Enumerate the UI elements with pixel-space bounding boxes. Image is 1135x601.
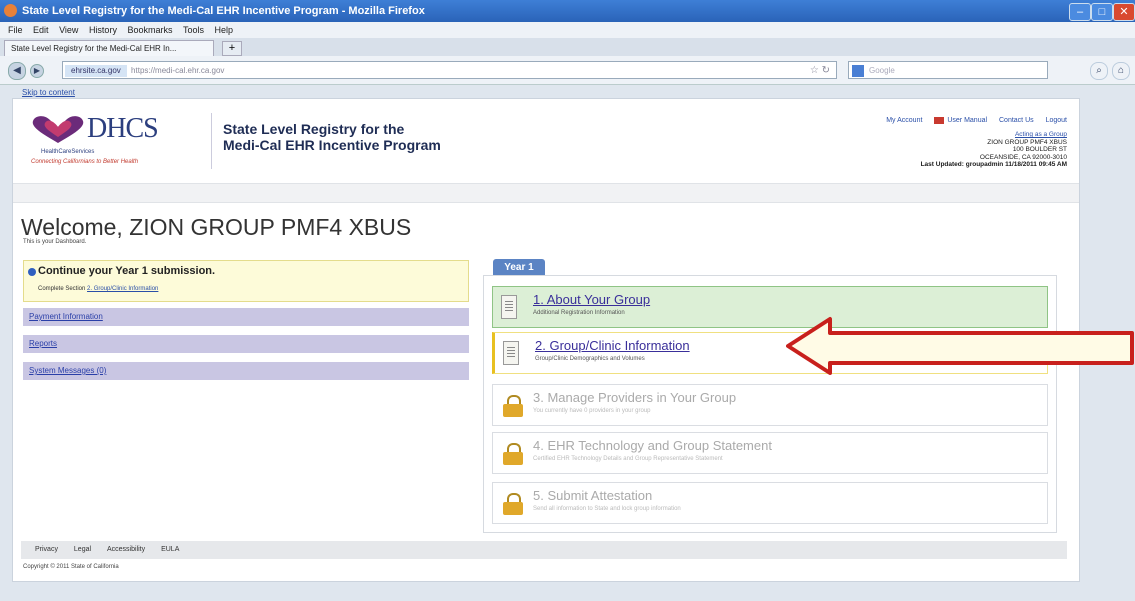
- dhcs-logo[interactable]: DHCS HealthCareServices Connecting Calif…: [31, 111, 201, 165]
- close-window-button[interactable]: ✕: [1113, 3, 1135, 21]
- lock-icon: [503, 493, 523, 515]
- last-updated: Last Updated: groupadmin 11/18/2011 09:4…: [920, 161, 1067, 168]
- step-manage-providers: 3. Manage Providers in Your Group You cu…: [492, 384, 1048, 426]
- browser-window: State Level Registry for the Medi-Cal EH…: [0, 0, 1135, 601]
- footer-link-accessibility[interactable]: Accessibility: [107, 546, 145, 553]
- step-title: 3. Manage Providers in Your Group: [533, 390, 737, 405]
- logo-text: DHCS: [87, 113, 159, 144]
- page-title: Welcome, ZION GROUP PMF4 XBUS: [21, 214, 412, 240]
- continue-section-link[interactable]: 2. Group/Clinic Information: [87, 286, 158, 292]
- search-input[interactable]: Google: [848, 61, 1048, 79]
- sidebar-item-reports[interactable]: Reports: [23, 335, 469, 353]
- footer-link-privacy[interactable]: Privacy: [35, 546, 58, 553]
- back-icon[interactable]: ◀: [8, 62, 26, 80]
- site-header: DHCS HealthCareServices Connecting Calif…: [13, 99, 1079, 183]
- tab-bar: State Level Registry for the Medi-Cal EH…: [0, 38, 1135, 56]
- logout-link[interactable]: Logout: [1046, 117, 1067, 124]
- search-icon[interactable]: ⌕: [1090, 62, 1108, 80]
- continue-prefix: Complete Section: [38, 286, 86, 292]
- step-title: 5. Submit Attestation: [533, 488, 653, 503]
- account-info: Acting as a Group ZION GROUP PMF4 XBUS 1…: [807, 131, 1067, 169]
- footer-link-legal[interactable]: Legal: [74, 546, 91, 553]
- bookmark-star-icon[interactable]: ☆ ↻: [810, 62, 830, 80]
- home-icon[interactable]: ⌂: [1112, 62, 1130, 80]
- step-title[interactable]: 2. Group/Clinic Information: [535, 338, 690, 353]
- minimize-button[interactable]: –: [1069, 3, 1091, 21]
- forward-icon[interactable]: ▶: [30, 64, 44, 78]
- continue-instructions: Complete Section 2. Group/Clinic Informa…: [38, 286, 158, 292]
- acting-as-link[interactable]: Acting as a Group: [807, 131, 1067, 139]
- url-text: https://medi-cal.ehr.ca.gov: [131, 66, 225, 75]
- step-submit-attestation: 5. Submit Attestation Send all informati…: [492, 482, 1048, 524]
- step-description: Group/Clinic Demographics and Volumes: [535, 356, 645, 362]
- lock-icon: [503, 395, 523, 417]
- window-title: State Level Registry for the Medi-Cal EH…: [22, 5, 425, 17]
- sidebar-item-messages[interactable]: System Messages (0): [23, 362, 469, 380]
- skip-to-content-link[interactable]: Skip to content: [22, 88, 75, 97]
- header-strip: [13, 183, 1079, 203]
- logo-tagline: Connecting Californians to Better Health: [31, 159, 139, 165]
- menu-view[interactable]: View: [59, 25, 78, 35]
- account-name: ZION GROUP PMF4 XBUS: [987, 138, 1067, 146]
- site-title-line1: State Level Registry for the: [223, 121, 405, 137]
- search-placeholder: Google: [869, 66, 895, 75]
- new-tab-button[interactable]: +: [222, 41, 242, 56]
- url-site-badge: ehrsite.ca.gov: [65, 65, 127, 77]
- step-description: You currently have 0 providers in your g…: [533, 408, 651, 414]
- firefox-icon: [4, 4, 17, 17]
- footer-link-eula[interactable]: EULA: [161, 546, 179, 553]
- step-description: Additional Registration Information: [533, 310, 625, 316]
- menu-tools[interactable]: Tools: [183, 25, 204, 35]
- document-icon: [501, 295, 517, 319]
- step-ehr-technology: 4. EHR Technology and Group Statement Ce…: [492, 432, 1048, 474]
- lock-icon: [503, 443, 523, 465]
- menu-bar: File Edit View History Bookmarks Tools H…: [0, 22, 1135, 38]
- continue-submission-box: Continue your Year 1 submission. Complet…: [23, 260, 469, 302]
- user-manual-icon: [934, 117, 945, 124]
- step-description: Send all information to State and lock g…: [533, 506, 681, 512]
- menu-help[interactable]: Help: [215, 25, 234, 35]
- menu-history[interactable]: History: [89, 25, 117, 35]
- account-address2: OCEANSIDE, CA 92000-3010: [979, 153, 1067, 161]
- browser-tab[interactable]: State Level Registry for the Medi-Cal EH…: [4, 40, 214, 56]
- step-title: 4. EHR Technology and Group Statement: [533, 438, 772, 453]
- user-manual-link[interactable]: User Manual: [934, 117, 987, 124]
- menu-edit[interactable]: Edit: [33, 25, 49, 35]
- step-description: Certified EHR Technology Details and Gro…: [533, 456, 723, 462]
- document-icon: [503, 341, 519, 365]
- top-links: My Account User Manual Contact Us Logout: [876, 117, 1067, 124]
- steps-panel: 1. About Your Group Additional Registrat…: [483, 275, 1057, 533]
- page-footer: Privacy Legal Accessibility EULA: [21, 541, 1067, 559]
- heart-logo-icon: [32, 116, 84, 143]
- url-bar[interactable]: ehrsite.ca.gov https://medi-cal.ehr.ca.g…: [62, 61, 837, 79]
- site-title: State Level Registry for the Medi-Cal EH…: [223, 121, 441, 153]
- nav-bar: ◀ ▶ ehrsite.ca.gov https://medi-cal.ehr.…: [0, 56, 1135, 85]
- contact-us-link[interactable]: Contact Us: [999, 117, 1034, 124]
- info-bullet-icon: [28, 268, 36, 276]
- my-account-link[interactable]: My Account: [886, 117, 922, 124]
- logo-subtext: HealthCareServices: [41, 149, 95, 155]
- site-title-line2: Medi-Cal EHR Incentive Program: [223, 137, 441, 153]
- menu-bookmarks[interactable]: Bookmarks: [127, 25, 172, 35]
- sidebar-item-payment[interactable]: Payment Information: [23, 308, 469, 326]
- title-bar: State Level Registry for the Medi-Cal EH…: [0, 0, 1135, 22]
- header-divider: [211, 113, 212, 169]
- account-address1: 100 BOULDER ST: [1012, 146, 1067, 153]
- search-engine-icon[interactable]: [852, 65, 864, 77]
- continue-title: Continue your Year 1 submission.: [38, 265, 216, 277]
- menu-file[interactable]: File: [8, 25, 23, 35]
- page-subtitle: This is your Dashboard.: [23, 239, 87, 245]
- copyright: Copyright © 2011 State of California: [23, 564, 119, 570]
- user-manual-label: User Manual: [947, 117, 988, 125]
- maximize-button[interactable]: □: [1091, 3, 1113, 21]
- step-title[interactable]: 1. About Your Group: [533, 292, 650, 307]
- annotation-arrow-icon: [786, 317, 1134, 375]
